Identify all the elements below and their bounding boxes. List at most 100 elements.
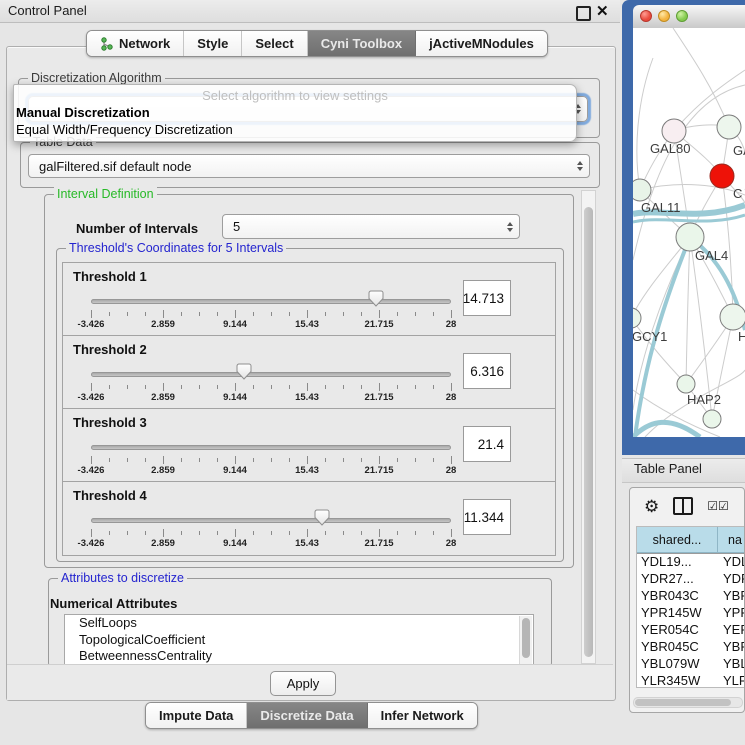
numerical-attributes-heading: Numerical Attributes	[50, 596, 177, 611]
tick-label: 15.43	[295, 538, 319, 549]
threshold-2-slider-thumb[interactable]	[236, 363, 251, 380]
tick-label: 28	[446, 392, 457, 403]
list-item[interactable]: TopologicalCoefficient	[65, 632, 533, 649]
combo-arrows-icon	[507, 222, 513, 232]
zoom-traffic-light-icon[interactable]	[676, 10, 688, 22]
tab-discretize-data[interactable]: Discretize Data	[247, 703, 367, 728]
apply-button[interactable]: Apply	[270, 671, 336, 696]
float-window-icon[interactable]	[576, 6, 591, 21]
threshold-3-slider[interactable]	[91, 445, 451, 450]
threshold-3-ticks	[91, 456, 451, 465]
node-label: C	[733, 186, 742, 201]
cell[interactable]: YER0	[717, 622, 745, 639]
tab-select[interactable]: Select	[242, 31, 307, 56]
tab-network[interactable]: Network	[87, 31, 184, 56]
tick-label: 9.144	[223, 319, 247, 330]
table-row[interactable]: YDL19...YDL1	[637, 554, 745, 571]
numerical-attributes-list: SelfLoops TopologicalCoefficient Between…	[64, 614, 534, 666]
threshold-1-slider-thumb[interactable]	[369, 290, 384, 307]
cell[interactable]: YBR043C	[637, 588, 717, 605]
cell[interactable]: YER054C	[637, 622, 717, 639]
threshold-1-value-field[interactable]: 14.713	[463, 280, 511, 316]
column-header-shared-name[interactable]: shared...	[637, 527, 718, 553]
cell[interactable]: YPR1	[717, 605, 745, 622]
dropdown-placeholder-item[interactable]: Select algorithm to view settings	[14, 88, 576, 103]
dropdown-option-equal-width[interactable]: Equal Width/Frequency Discretization	[16, 122, 233, 137]
cell[interactable]: YDR2	[717, 571, 745, 588]
split-columns-icon[interactable]	[673, 497, 693, 515]
number-of-intervals-value: 5	[233, 219, 240, 234]
minimize-traffic-light-icon[interactable]	[658, 10, 670, 22]
number-of-intervals-select[interactable]: 5	[222, 214, 520, 239]
list-item[interactable]: SelfLoops	[65, 615, 533, 632]
select-columns-icon[interactable]: ☑☑	[707, 499, 729, 513]
node-gal80[interactable]	[662, 119, 686, 143]
node-h-partial[interactable]	[720, 304, 745, 330]
dropdown-option-manual[interactable]: Manual Discretization	[16, 105, 150, 120]
table-toolbar: ⚙ ☑☑	[630, 488, 744, 524]
tick-label: 9.144	[223, 465, 247, 476]
tab-impute-data[interactable]: Impute Data	[146, 703, 247, 728]
tick-label: 2.859	[151, 465, 175, 476]
cell[interactable]: YBR045C	[637, 639, 717, 656]
list-item[interactable]: BetweennessCentrality	[65, 648, 533, 665]
cell[interactable]: YPR145W	[637, 605, 717, 622]
table-row[interactable]: YER054CYER0	[637, 622, 745, 639]
gear-icon[interactable]: ⚙	[644, 498, 659, 515]
cell[interactable]: YLR345W	[637, 673, 717, 688]
table-row[interactable]: YBR045CYBR0	[637, 639, 745, 656]
node-bottom[interactable]	[703, 410, 721, 428]
tab-cyni-toolbox-label: Cyni Toolbox	[321, 36, 402, 51]
tab-jactivemnodules[interactable]: jActiveMNodules	[416, 31, 547, 56]
threshold-3-value-field[interactable]: 21.4	[463, 426, 511, 462]
cell[interactable]: YLR3	[717, 673, 745, 688]
node-gcy1[interactable]	[633, 308, 641, 328]
table-panel: ⚙ ☑☑ shared... na YDL19...YDL1 YDR27...Y…	[629, 487, 745, 713]
column-header-name[interactable]: na	[718, 527, 745, 553]
node-selected-red[interactable]	[710, 164, 734, 188]
threshold-4-slider[interactable]	[91, 518, 451, 523]
top-tab-bar: Network Style Select Cyni Toolbox jActiv…	[86, 30, 548, 57]
threshold-2-slider[interactable]	[91, 372, 451, 377]
tab-infer-network[interactable]: Infer Network	[368, 703, 477, 728]
node-label: H	[738, 329, 745, 344]
tick-label: 28	[446, 538, 457, 549]
threshold-1-row: Threshold 1 -3.426 2.859 9.144 15.43 21.…	[63, 263, 555, 336]
threshold-4-slider-thumb[interactable]	[315, 509, 330, 526]
cell[interactable]: YDL19...	[637, 554, 717, 571]
cell[interactable]: YBL079W	[637, 656, 717, 673]
attributes-group-title: Attributes to discretize	[58, 571, 187, 585]
cell[interactable]: YDL1	[717, 554, 745, 571]
cell[interactable]: YBR0	[717, 588, 745, 605]
threshold-3-label: Threshold 3	[73, 415, 147, 430]
table-row[interactable]: YBR043CYBR0	[637, 588, 745, 605]
table-row[interactable]: YBL079WYBL0	[637, 656, 745, 673]
network-view-canvas[interactable]: GAL80 GA C GAL11 GAL4 GCY1 H HAP2	[633, 28, 745, 437]
close-traffic-light-icon[interactable]	[640, 10, 652, 22]
node-gal11[interactable]	[633, 179, 651, 201]
tab-style[interactable]: Style	[184, 31, 242, 56]
node-gal-partial[interactable]	[717, 115, 741, 139]
threshold-1-slider[interactable]	[91, 299, 451, 304]
threshold-2-value-field[interactable]: 6.316	[463, 353, 511, 389]
control-panel-title: Control Panel	[8, 3, 87, 18]
panel-scrollbar[interactable]	[581, 190, 596, 664]
table-panel-title: Table Panel	[634, 461, 702, 476]
tab-cyni-toolbox[interactable]: Cyni Toolbox	[308, 31, 416, 56]
cell[interactable]: YBR0	[717, 639, 745, 656]
table-horizontal-scrollbar[interactable]	[633, 697, 743, 708]
cell[interactable]: YDR27...	[637, 571, 717, 588]
threshold-2-label: Threshold 2	[73, 342, 147, 357]
table-data-select[interactable]: galFiltered.sif default node	[28, 154, 590, 178]
tick-label: 9.144	[223, 538, 247, 549]
close-icon[interactable]: ✕	[596, 2, 609, 20]
table-row[interactable]: YLR345WYLR3	[637, 673, 745, 688]
list-scrollbar[interactable]	[519, 616, 532, 664]
table-row[interactable]: YPR145WYPR1	[637, 605, 745, 622]
node-hap2[interactable]	[677, 375, 695, 393]
node-gal4[interactable]	[676, 223, 704, 251]
cell[interactable]: YBL0	[717, 656, 745, 673]
panel-scrollbar-thumb[interactable]	[584, 207, 593, 657]
threshold-4-value-field[interactable]: 11.344	[463, 499, 511, 535]
table-row[interactable]: YDR27...YDR2	[637, 571, 745, 588]
